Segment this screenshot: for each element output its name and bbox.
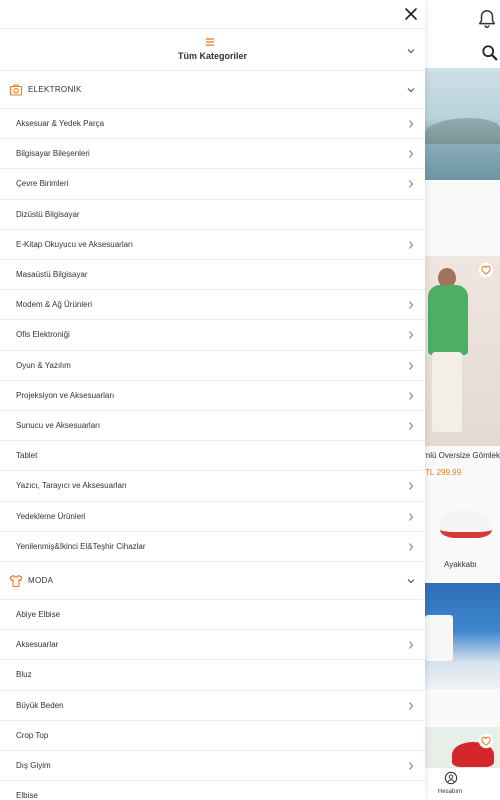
category-item[interactable]: Abiye Elbise xyxy=(0,600,425,631)
favorite-heart-icon[interactable] xyxy=(478,733,494,749)
category-header-fashion[interactable]: MODA xyxy=(0,562,425,600)
drawer-header xyxy=(0,0,425,29)
product-model-pants xyxy=(432,352,462,432)
bottom-navigation xyxy=(425,767,500,800)
bell-icon[interactable] xyxy=(476,8,498,30)
category-item[interactable]: Sunucu ve Aksesuarları xyxy=(0,411,425,442)
all-categories-toggle[interactable]: Tüm Kategoriler xyxy=(0,29,425,71)
category-item-label: Tablet xyxy=(16,451,38,461)
category-item-label: Çevre Birimleri xyxy=(16,179,69,189)
category-item[interactable]: Ofis Elektroniği xyxy=(0,320,425,351)
all-categories-label: Tüm Kategoriler xyxy=(177,51,247,61)
bottom-nav-account-label[interactable]: Hesabım xyxy=(438,789,462,795)
chevron-right-icon xyxy=(409,422,414,430)
category-item[interactable]: Büyük Beden xyxy=(0,691,425,721)
tshirt-icon xyxy=(9,574,23,588)
account-icon[interactable] xyxy=(444,771,458,785)
category-header-electronics[interactable]: ELEKTRONİK xyxy=(0,71,425,109)
shoe-image[interactable] xyxy=(440,510,492,538)
category-item[interactable]: Projeksiyon ve Aksesuarları xyxy=(0,381,425,411)
category-item[interactable]: Yazıcı, Tarayıcı ve Aksesuarları xyxy=(0,471,425,502)
category-item-label: Bilgisayar Bileşenleri xyxy=(16,149,90,159)
chevron-down-icon xyxy=(407,579,415,584)
category-item-label: Sunucu ve Aksesuarları xyxy=(16,421,101,431)
close-icon[interactable] xyxy=(402,5,420,23)
category-item[interactable]: Aksesuar & Yedek Parça xyxy=(0,109,425,140)
product-model-shirt xyxy=(428,285,468,355)
camera-icon xyxy=(9,84,23,96)
category-item-label: Modem & Ağ Ürünleri xyxy=(16,300,93,310)
category-item-label: Abiye Elbise xyxy=(16,610,61,620)
chevron-right-icon xyxy=(409,241,414,249)
chevron-right-icon xyxy=(409,543,414,551)
chevron-right-icon xyxy=(409,150,414,159)
category-item[interactable]: Modem & Ağ Ürünleri xyxy=(0,290,425,321)
favorite-heart-icon[interactable] xyxy=(478,262,494,278)
chevron-right-icon xyxy=(409,331,414,340)
chevron-down-icon xyxy=(407,88,415,93)
product-price: 299,99 TL xyxy=(425,468,462,477)
category-item[interactable]: Oyun & Yazılım xyxy=(0,351,425,381)
menu-lines-icon xyxy=(206,38,214,46)
chevron-right-icon xyxy=(409,301,414,310)
category-item-label: Elbise xyxy=(16,791,38,800)
category-item-label: Yazıcı, Tarayıcı ve Aksesuarları xyxy=(16,481,127,491)
category-item-label: Oyun & Yazılım xyxy=(16,360,71,370)
category-item-label: Aksesuar & Yedek Parça xyxy=(16,119,105,129)
category-item-label: Masaüstü Bilgisayar xyxy=(16,270,88,280)
category-item[interactable]: Yedekleme Ürünleri xyxy=(0,502,425,532)
category-item[interactable]: Tablet xyxy=(0,441,425,472)
chevron-right-icon xyxy=(409,701,414,710)
category-item[interactable]: Crop Top xyxy=(0,721,425,751)
category-drawer: Tüm Kategoriler ELEKTRONİK Aksesuar & Ye… xyxy=(0,0,425,800)
chevron-down-icon xyxy=(407,49,415,54)
category-item-label: E-Kitap Okuyucu ve Aksesuarları xyxy=(16,239,133,249)
category-item[interactable]: Elbise xyxy=(0,781,425,800)
category-item-label: Büyük Beden xyxy=(16,700,64,710)
category-item-label: Dış Giyim xyxy=(16,761,51,771)
chevron-right-icon xyxy=(409,361,414,370)
category-item[interactable]: Bilgisayar Bileşenleri xyxy=(0,139,425,170)
category-item-label: Yedekleme Ürünleri xyxy=(16,511,86,521)
product-title[interactable]: Keten Görünümlü Oversize Gömlek xyxy=(425,451,500,460)
category-item[interactable]: Dizüstü Bilgisayar xyxy=(0,200,425,230)
promo-banner-card xyxy=(425,615,453,661)
category-item[interactable]: Çevre Birimleri xyxy=(0,169,425,200)
chevron-right-icon xyxy=(409,762,414,770)
category-item-label: Yenilenmiş&İkinci El&Teşhir Cihazlar xyxy=(16,541,146,551)
chevron-right-icon xyxy=(409,392,414,400)
category-item-label: Ofis Elektroniği xyxy=(16,330,70,340)
category-item[interactable]: Aksesuarlar xyxy=(0,630,425,661)
category-item-label: Crop Top xyxy=(16,730,49,740)
chevron-right-icon xyxy=(409,641,414,650)
chevron-right-icon xyxy=(409,482,414,491)
category-title: MODA xyxy=(28,576,54,585)
category-item[interactable]: E-Kitap Okuyucu ve Aksesuarları xyxy=(0,230,425,260)
category-item-label: Aksesuarlar xyxy=(16,640,59,650)
chevron-right-icon xyxy=(409,120,414,128)
category-item-label: Projeksiyon ve Aksesuarları xyxy=(16,390,115,400)
category-title: ELEKTRONİK xyxy=(28,85,82,94)
category-item[interactable]: Dış Giyim xyxy=(0,751,425,782)
category-item[interactable]: Masaüstü Bilgisayar xyxy=(0,260,425,291)
category-item-label: Dizüstü Bilgisayar xyxy=(16,209,80,219)
category-item-label: Bluz xyxy=(16,670,32,680)
chevron-right-icon xyxy=(409,180,414,189)
search-icon[interactable] xyxy=(481,44,499,62)
chevron-right-icon xyxy=(409,512,414,521)
category-label-shoes[interactable]: Ayakkabı xyxy=(444,560,477,569)
category-item[interactable]: Yenilenmiş&İkinci El&Teşhir Cihazlar xyxy=(0,532,425,562)
category-item[interactable]: Bluz xyxy=(0,660,425,691)
